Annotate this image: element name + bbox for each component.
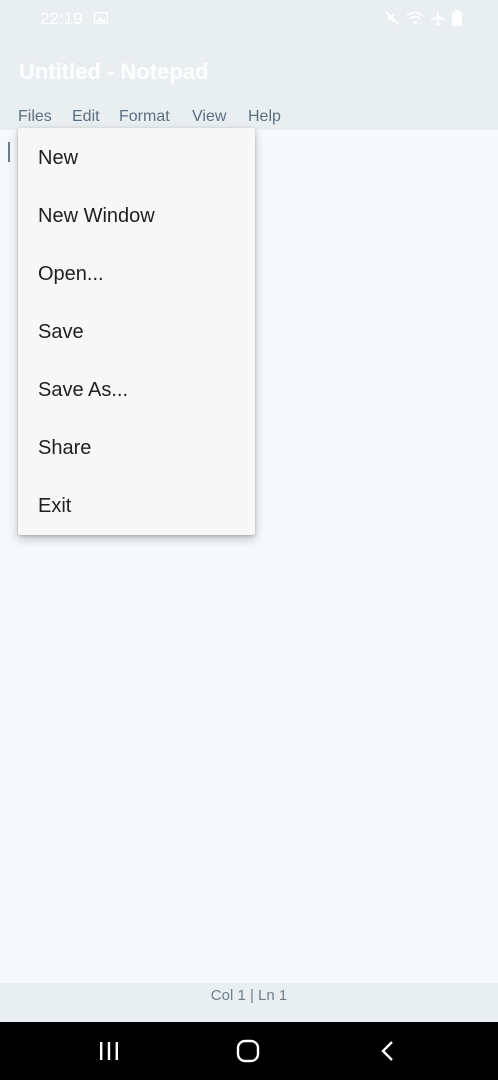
menu-view[interactable]: View (192, 108, 226, 126)
menu-help[interactable]: Help (248, 108, 281, 126)
menu-files[interactable]: Files (18, 108, 52, 126)
app-title: Untitled - Notepad (19, 59, 209, 84)
menu-item-open[interactable]: Open... (18, 245, 255, 303)
wifi-icon (406, 11, 424, 25)
menu-item-new[interactable]: New (18, 129, 255, 187)
menu-edit[interactable]: Edit (72, 108, 100, 126)
status-bar: 22:19 (0, 0, 498, 38)
navigation-bar (0, 1022, 498, 1080)
menu-item-save[interactable]: Save (18, 303, 255, 361)
menu-item-new-window[interactable]: New Window (18, 187, 255, 245)
battery-icon (452, 10, 462, 26)
status-icons (384, 10, 462, 26)
menu-item-exit[interactable]: Exit (18, 477, 255, 535)
files-dropdown-menu: New New Window Open... Save Save As... S… (18, 128, 255, 535)
menu-item-save-as[interactable]: Save As... (18, 361, 255, 419)
back-icon[interactable] (376, 1039, 400, 1063)
airplane-mode-icon (431, 11, 445, 26)
status-time: 22:19 (40, 9, 83, 28)
mute-icon (385, 11, 399, 25)
editor-status-bar: Col 1 | Ln 1 (0, 983, 498, 1022)
title-bar: Untitled - Notepad (0, 38, 498, 100)
menu-item-share[interactable]: Share (18, 419, 255, 477)
menu-bar: Files Edit Format View Help (0, 100, 498, 130)
recent-apps-icon[interactable] (97, 1039, 121, 1063)
home-icon[interactable] (235, 1039, 261, 1063)
menu-format[interactable]: Format (119, 108, 170, 126)
text-caret (8, 142, 10, 162)
cursor-position: Col 1 | Ln 1 (210, 987, 288, 1004)
image-notification-icon (94, 12, 108, 24)
